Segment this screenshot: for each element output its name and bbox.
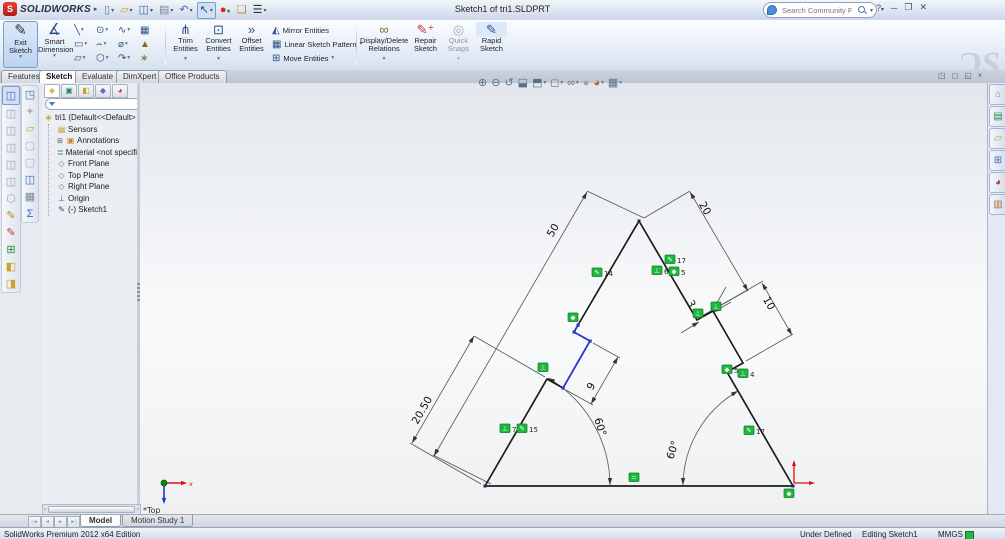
definition-status: Under Defined [800, 530, 852, 539]
dim-extension-line [473, 335, 546, 378]
svg-text:7: 7 [512, 426, 516, 434]
sketch-canvas[interactable]: 50 20.50 9 20 3 10 60° 60° x *Top ✎ 14 ✎… [0, 0, 1005, 539]
editing-mode-label: Editing Sketch1 [862, 530, 918, 539]
triad-x-label: x [188, 480, 193, 488]
relation-badge[interactable]: ⊥ 6 [651, 265, 669, 276]
solidworks-window: S SOLIDWORKS ▸ ▯ ▾ ▱ ▾ ◫ ▾ ▤ ▾ ↶ ▾ ↖ ▾ ●● ❑ ☰ ▾… [0, 0, 1005, 539]
sketch-origin-icon [792, 460, 815, 485]
selected-notch-lines[interactable] [562, 324, 592, 389]
svg-text:✎: ✎ [594, 269, 599, 277]
svg-text:6: 6 [664, 268, 669, 276]
relation-badge[interactable]: ✎ 17 [743, 425, 765, 436]
dim-text-angle-right[interactable]: 60° [665, 439, 682, 460]
relation-badge[interactable]: ⊥ 4 [737, 368, 755, 379]
relation-badge[interactable]: ✎ 17 [664, 254, 686, 265]
dim-extension-line [409, 442, 482, 485]
view-triad: x *Top [143, 479, 193, 515]
dim-extension-line [586, 190, 645, 219]
relation-badge[interactable]: ◆ 5 [668, 266, 685, 277]
dim-line-9[interactable] [590, 356, 619, 405]
dimension-lines[interactable] [409, 190, 794, 487]
dim-text-9[interactable]: 9 [585, 381, 599, 393]
model-tab-strip: |◄ ◄ ► ►| Model Motion Study 1 [0, 514, 1005, 528]
relation-badge[interactable]: = [628, 472, 640, 482]
svg-text:=: = [631, 474, 636, 482]
dim-line-50[interactable] [433, 191, 588, 457]
relation-badge[interactable]: ⊥ [692, 308, 704, 318]
relation-badge[interactable]: ⊥ 7 [499, 423, 516, 434]
dim-extension-line [715, 280, 764, 309]
sketch-geometry[interactable] [484, 220, 794, 487]
svg-text:◆: ◆ [787, 490, 792, 498]
svg-text:⊥: ⊥ [695, 310, 701, 318]
dim-line-20-50[interactable] [411, 335, 475, 444]
dim-text-angle-left[interactable]: 60° [591, 416, 608, 437]
svg-text:⊥: ⊥ [713, 303, 719, 311]
relation-badge[interactable]: ⊥ [710, 301, 722, 311]
svg-text:17: 17 [677, 257, 686, 265]
dim-extension-line [745, 333, 794, 362]
svg-text:◆: ◆ [672, 268, 677, 276]
relation-badge[interactable]: ⊥ [537, 362, 549, 372]
tab-motion-study[interactable]: Motion Study 1 [122, 515, 194, 527]
svg-text:17: 17 [756, 428, 765, 436]
svg-text:◆: ◆ [725, 366, 730, 374]
relation-badge[interactable]: ✎ 14 [591, 267, 613, 278]
dim-text-20[interactable]: 20 [696, 200, 713, 218]
svg-text:✎: ✎ [746, 427, 751, 435]
scroll-left-icon[interactable]: ‹ [44, 507, 46, 513]
dim-extension-line [643, 190, 691, 219]
unit-system-icon[interactable] [965, 530, 974, 539]
sketch-vertices[interactable] [483, 219, 795, 488]
dim-text-10[interactable]: 10 [760, 295, 777, 313]
svg-text:4: 4 [750, 371, 755, 379]
svg-text:⊥: ⊥ [502, 425, 508, 433]
relation-badge[interactable]: ◆ 5 [721, 364, 738, 375]
dimension-texts: 50 20.50 9 20 3 10 60° 60° [410, 200, 777, 461]
scroll-right-icon[interactable]: › [137, 507, 139, 513]
svg-text:✎: ✎ [667, 256, 672, 264]
dim-extension-line [592, 342, 621, 359]
relation-badge[interactable]: ✎ 15 [516, 423, 538, 434]
dim-text-50[interactable]: 50 [545, 222, 562, 240]
angle-arc-right[interactable] [682, 390, 739, 487]
sketch-line-notch-selected[interactable] [562, 324, 592, 389]
svg-text:✎: ✎ [519, 425, 524, 433]
svg-text:◆: ◆ [571, 314, 576, 322]
relation-badge[interactable]: ◆ [783, 488, 795, 498]
svg-text:⊥: ⊥ [654, 267, 660, 275]
relation-badge[interactable]: ◆ [567, 312, 579, 322]
sketch-line-right[interactable] [638, 220, 794, 487]
edition-label: SolidWorks Premium 2012 x64 Edition [4, 530, 141, 539]
svg-text:14: 14 [604, 270, 613, 278]
status-bar: SolidWorks Premium 2012 x64 Edition Unde… [0, 527, 1005, 539]
dim-text-20-50[interactable]: 20.50 [410, 394, 435, 426]
unit-system-label[interactable]: MMGS [938, 530, 963, 539]
svg-text:15: 15 [529, 426, 538, 434]
svg-text:⊥: ⊥ [740, 370, 746, 378]
tab-model[interactable]: Model [80, 515, 122, 527]
dim-extension-line [432, 454, 492, 485]
svg-text:⊥: ⊥ [540, 364, 546, 372]
svg-text:5: 5 [681, 269, 685, 277]
dim-extension-line [565, 389, 594, 406]
scroll-thumb[interactable] [48, 506, 135, 513]
